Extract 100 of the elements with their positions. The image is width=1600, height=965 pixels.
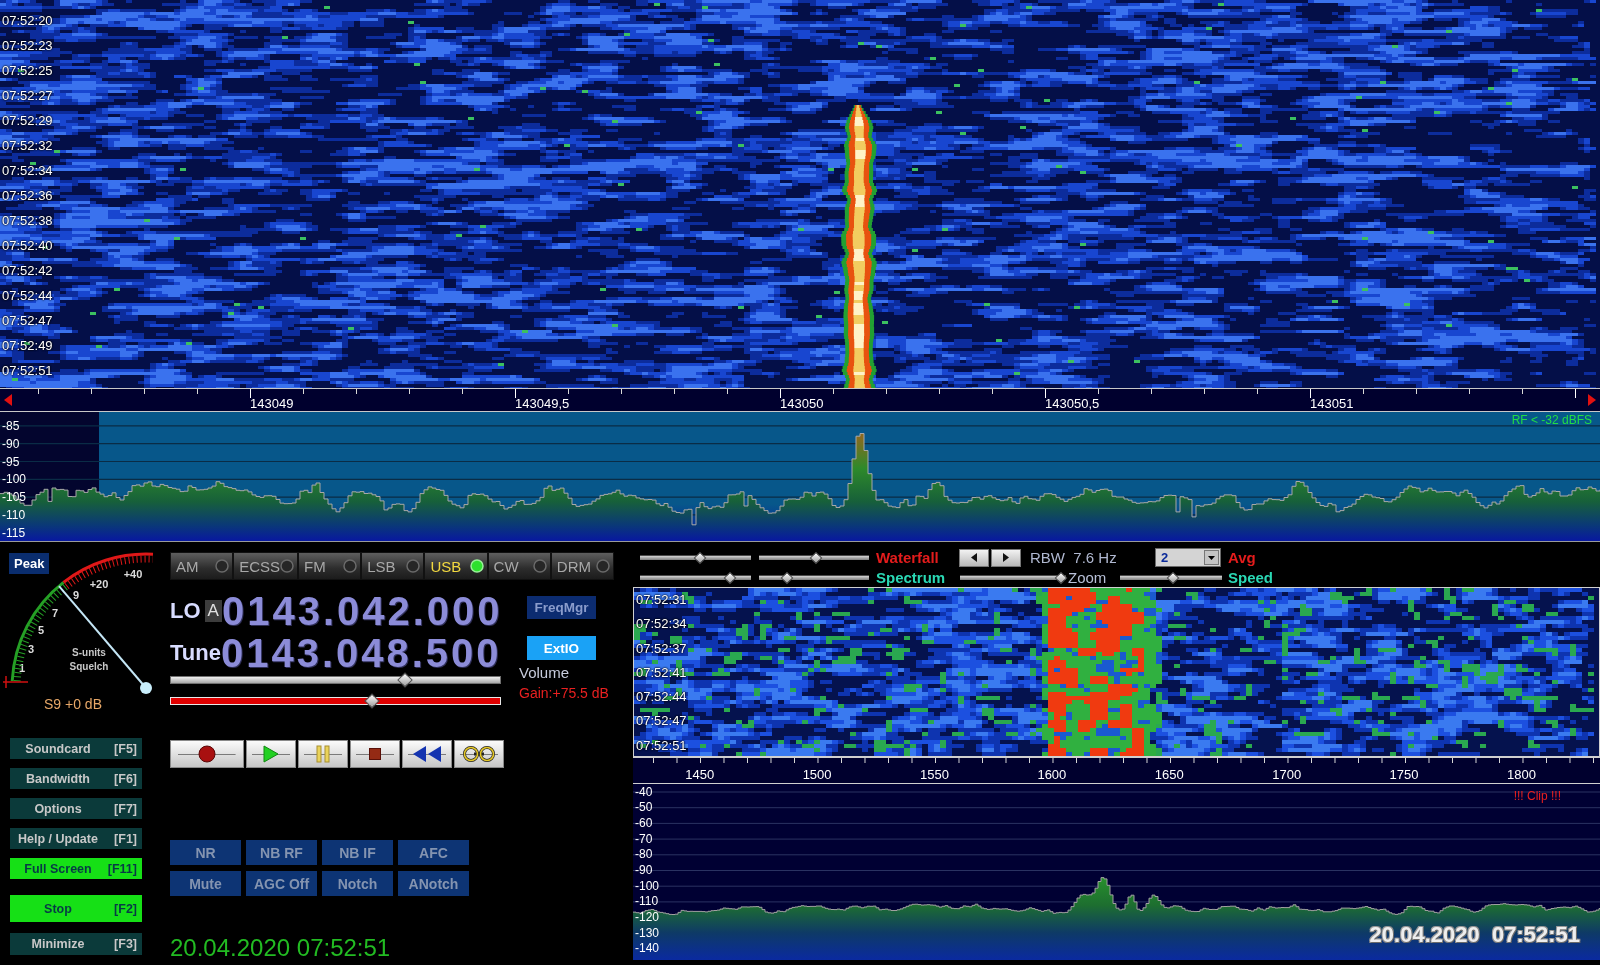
db-label: -50 bbox=[635, 801, 653, 815]
lo-frequency[interactable]: 0143.042.000 bbox=[221, 594, 503, 628]
scale-label: 9 bbox=[72, 589, 80, 601]
function-button[interactable]: Help / Update [F1] bbox=[10, 828, 142, 849]
dsp-button[interactable]: NB RF bbox=[246, 840, 317, 865]
function-button[interactable]: Options [F7] bbox=[10, 798, 142, 819]
left-arrow-icon[interactable] bbox=[4, 394, 12, 406]
db-label: -110 bbox=[635, 895, 659, 909]
frequency-label: 143049 bbox=[250, 396, 294, 411]
panel-button[interactable]: FreqMgr bbox=[527, 596, 596, 619]
db-label: -115 bbox=[2, 525, 26, 540]
speed-label: Speed bbox=[1228, 568, 1273, 587]
dsp-button[interactable]: ANotch bbox=[398, 871, 469, 896]
function-button[interactable]: Bandwidth [F6] bbox=[10, 768, 142, 789]
caret-down-icon[interactable] bbox=[1204, 550, 1219, 565]
db-label: -100 bbox=[2, 472, 27, 487]
scale-label: 5 bbox=[37, 624, 45, 636]
slider-thumb[interactable] bbox=[1054, 571, 1068, 585]
scale-label: 7 bbox=[51, 607, 59, 619]
stop-icon bbox=[369, 748, 381, 760]
time-label: 07:52:31 bbox=[636, 592, 687, 607]
frequency-label: 1700 bbox=[1272, 766, 1302, 782]
db-label: -110 bbox=[2, 508, 26, 522]
db-label: -70 bbox=[635, 832, 653, 846]
led-icon bbox=[596, 559, 610, 573]
vfo-badge[interactable]: A bbox=[204, 600, 222, 622]
date-time: 20.04.2020 07:52:51 bbox=[170, 934, 391, 962]
led-icon bbox=[280, 559, 295, 573]
dsp-button[interactable]: Mute bbox=[170, 871, 241, 896]
caret-right-icon bbox=[1003, 553, 1009, 562]
frequency-label: 143049,5 bbox=[515, 396, 570, 411]
record-button[interactable] bbox=[170, 740, 244, 768]
tune-label: Tune bbox=[170, 640, 221, 665]
db-label: -60 bbox=[635, 816, 653, 830]
function-button[interactable]: Soundcard [F5] bbox=[10, 738, 142, 759]
mode-button[interactable]: DRM bbox=[550, 552, 614, 580]
dsp-button[interactable]: Notch bbox=[322, 871, 393, 896]
time-label: 07:52:32 bbox=[2, 138, 53, 153]
scale-label: 3 bbox=[27, 643, 35, 655]
dsp-button[interactable]: AFC bbox=[398, 840, 469, 865]
play-icon bbox=[263, 745, 279, 763]
mode-button[interactable]: FM bbox=[298, 552, 362, 580]
dsp-button[interactable]: NB IF bbox=[322, 840, 393, 865]
time-label: 07:52:27 bbox=[2, 88, 53, 103]
pause-icon bbox=[316, 745, 330, 763]
rewind-icon bbox=[412, 745, 442, 763]
loop-button[interactable] bbox=[454, 740, 504, 768]
stop-button[interactable] bbox=[350, 740, 400, 768]
arrow-right-button[interactable] bbox=[991, 548, 1021, 567]
slider-thumb[interactable] bbox=[780, 571, 793, 585]
squelch-label: Squelch bbox=[69, 660, 109, 672]
right-arrow-icon[interactable] bbox=[1588, 394, 1596, 406]
slider-thumb[interactable] bbox=[1166, 571, 1180, 585]
mode-button[interactable]: AM bbox=[170, 552, 234, 580]
rewind-button[interactable] bbox=[402, 740, 452, 768]
arrow-left-button[interactable] bbox=[959, 548, 989, 567]
dsp-button[interactable]: NR bbox=[170, 840, 241, 865]
time-label: 07:52:25 bbox=[2, 63, 53, 78]
time-label: 07:52:36 bbox=[2, 188, 53, 203]
time-label: 07:52:23 bbox=[2, 38, 53, 53]
volume-label: Volume bbox=[519, 664, 570, 682]
time-label: 07:52:34 bbox=[636, 616, 687, 632]
frequency-label: 1750 bbox=[1389, 766, 1419, 782]
time-label: 07:52:34 bbox=[2, 163, 53, 178]
db-label: -130 bbox=[635, 926, 660, 940]
mode-button[interactable]: USB bbox=[424, 552, 488, 580]
time-label: 07:52:51 bbox=[636, 737, 687, 753]
caret-left-icon bbox=[971, 553, 977, 562]
function-button[interactable]: Full Screen [F11] bbox=[10, 858, 142, 879]
record-icon bbox=[198, 745, 216, 763]
mode-button[interactable]: ECSS bbox=[233, 552, 299, 580]
play-button[interactable] bbox=[246, 740, 296, 768]
tune-frequency[interactable]: 0143.048.500 bbox=[220, 636, 502, 670]
frequency-label: 1550 bbox=[920, 766, 949, 782]
db-label: -80 bbox=[635, 848, 653, 862]
frequency-label: 143050,5 bbox=[1045, 396, 1100, 411]
mode-button[interactable]: CW bbox=[487, 552, 551, 580]
db-label: -95 bbox=[2, 454, 20, 469]
rbw-readout: RBW 7.6 Hz bbox=[1030, 548, 1117, 566]
frequency-label: 1500 bbox=[802, 766, 832, 782]
avg-label: Avg bbox=[1228, 548, 1256, 567]
dropdown[interactable]: 2 bbox=[1155, 548, 1221, 567]
led-icon bbox=[343, 559, 358, 573]
slider-thumb[interactable] bbox=[809, 551, 823, 565]
db-label: -40 bbox=[635, 785, 653, 799]
led-icon bbox=[215, 559, 230, 573]
function-button[interactable]: Stop [F2] bbox=[10, 895, 142, 922]
scale-label: 1 bbox=[18, 662, 26, 674]
slider-thumb[interactable] bbox=[693, 551, 707, 565]
mode-button[interactable]: LSB bbox=[361, 552, 425, 580]
time-label: 07:52:20 bbox=[2, 13, 53, 28]
db-label: -105 bbox=[2, 490, 27, 505]
frequency-label: 1800 bbox=[1506, 766, 1536, 782]
slider-thumb[interactable] bbox=[723, 571, 737, 585]
frequency-label: 143051 bbox=[1310, 396, 1354, 411]
time-label: 07:52:51 bbox=[2, 363, 53, 378]
dsp-button[interactable]: AGC Off bbox=[246, 871, 317, 896]
function-button[interactable]: Minimize [F3] bbox=[10, 933, 142, 955]
time-label: 07:52:41 bbox=[636, 664, 687, 680]
led-icon bbox=[532, 559, 547, 573]
